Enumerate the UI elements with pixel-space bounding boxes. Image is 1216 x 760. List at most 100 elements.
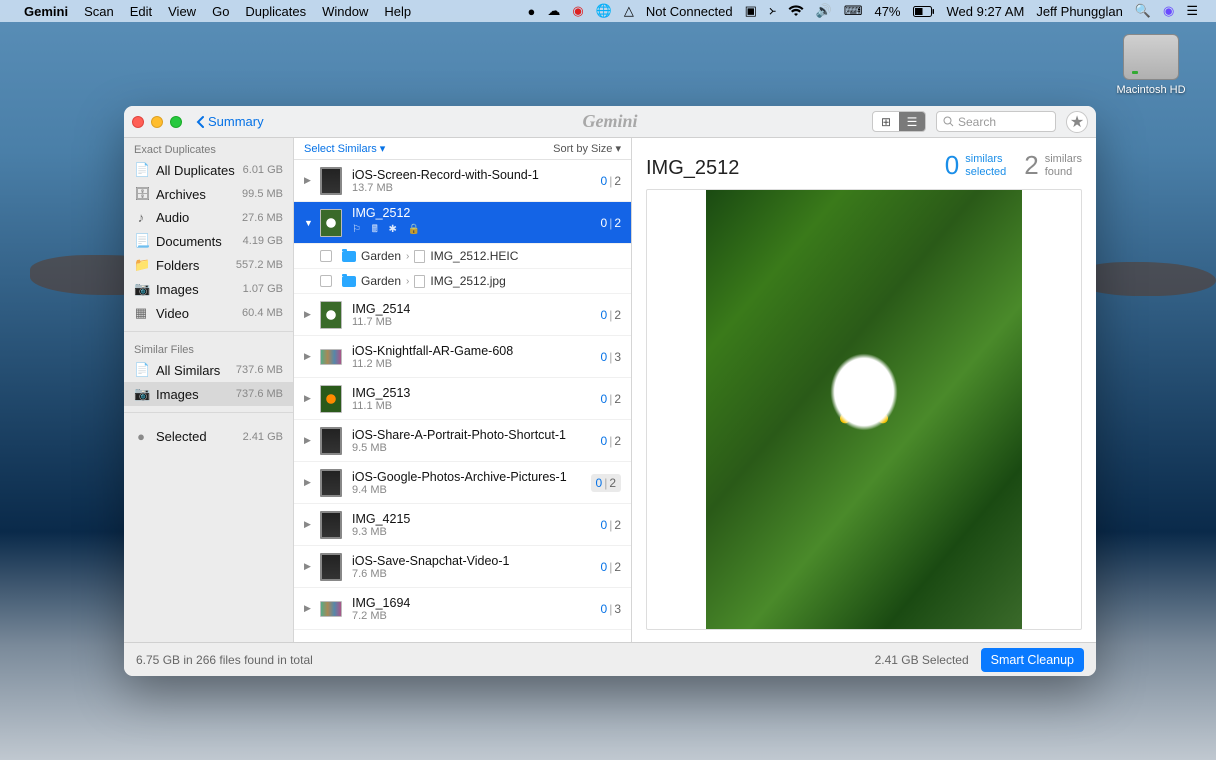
window-close-button[interactable] [132, 116, 144, 128]
nord-icon[interactable]: △ [624, 3, 634, 19]
checkbox[interactable] [320, 275, 332, 287]
menu-window[interactable]: Window [322, 4, 368, 19]
menu-view[interactable]: View [168, 4, 196, 19]
list-view-button[interactable]: ☰ [899, 112, 925, 131]
list-row-name: IMG_2512 [352, 206, 601, 220]
disclosure-triangle-icon[interactable]: ▶ [304, 561, 314, 572]
grid-view-button[interactable]: ⊞ [873, 112, 899, 131]
list-row[interactable]: ▶iOS-Knightfall-AR-Game-60811.2 MB0|3 [294, 336, 631, 378]
select-similars-menu[interactable]: Select Similars ▾ [304, 142, 385, 155]
user-label[interactable]: Jeff Phungglan [1036, 4, 1123, 19]
list-row-count: 0|2 [601, 560, 622, 574]
airplay-icon[interactable]: ▣ [745, 3, 757, 19]
menu-edit[interactable]: Edit [130, 4, 152, 19]
menu-help[interactable]: Help [384, 4, 411, 19]
folder-icon [342, 276, 356, 287]
volume-icon[interactable]: 🔊 [816, 3, 832, 19]
list-row-count: 0|2 [601, 518, 622, 532]
back-to-summary-link[interactable]: Summary [196, 114, 264, 129]
disclosure-triangle-icon[interactable]: ▶ [304, 519, 314, 530]
subrow-folder: Garden [361, 274, 401, 288]
sidebar-item-folders[interactable]: 📁Folders557.2 MB [124, 253, 293, 277]
sidebar-item-label: Images [156, 282, 243, 297]
sort-menu[interactable]: Sort by Size ▾ [553, 142, 621, 155]
bluetooth-icon[interactable]: ᚛ [769, 3, 776, 19]
sidebar-item-archives[interactable]: 🗄Archives99.5 MB [124, 182, 293, 206]
preview-frame[interactable] [646, 189, 1082, 630]
sidebar-selected-size: 2.41 GB [243, 431, 283, 443]
search-placeholder: Search [958, 115, 996, 129]
list-row-size: 13.7 MB [352, 182, 601, 194]
disclosure-triangle-icon[interactable]: ▼ [304, 218, 314, 228]
window-zoom-button[interactable] [170, 116, 182, 128]
list-row[interactable]: ▼IMG_2512⚐ 🖩 ✱ 🔒0|2 [294, 202, 631, 244]
list-subrow[interactable]: Garden›IMG_2512.jpg [294, 269, 631, 294]
smart-cleanup-button[interactable]: Smart Cleanup [981, 648, 1084, 672]
spotlight-icon[interactable]: 🔍 [1135, 3, 1151, 19]
disclosure-triangle-icon[interactable]: ▶ [304, 175, 314, 186]
sidebar-item-all-duplicates[interactable]: 📄All Duplicates6.01 GB [124, 158, 293, 182]
battery-icon[interactable] [913, 6, 935, 17]
clock-label[interactable]: Wed 9:27 AM [947, 4, 1025, 19]
not-connected-label[interactable]: Not Connected [646, 4, 733, 19]
sidebar-item-selected[interactable]: ● Selected 2.41 GB [124, 425, 293, 448]
menu-scan[interactable]: Scan [84, 4, 114, 19]
desktop-macintosh-hd[interactable]: Macintosh HD [1114, 34, 1188, 96]
list-row[interactable]: ▶iOS-Share-A-Portrait-Photo-Shortcut-19.… [294, 420, 631, 462]
list-row[interactable]: ▶IMG_16947.2 MB0|3 [294, 588, 631, 630]
sidebar-item-documents[interactable]: 📃Documents4.19 GB [124, 229, 293, 253]
menu-app-name[interactable]: Gemini [24, 4, 68, 19]
sidebar-icon: ▦ [134, 305, 148, 321]
battery-percent[interactable]: 47% [874, 4, 900, 19]
list-row-count: 0|2 [601, 434, 622, 448]
checkbox[interactable] [320, 250, 332, 262]
sidebar-icon: ♪ [134, 210, 148, 225]
search-icon [943, 116, 954, 127]
list-row[interactable]: ▶IMG_42159.3 MB0|2 [294, 504, 631, 546]
sidebar-item-video[interactable]: ▦Video60.4 MB [124, 301, 293, 325]
list-row-thumbnail [320, 427, 342, 455]
input-icon[interactable]: ⌨ [844, 3, 863, 19]
sidebar-item-images[interactable]: 📷Images737.6 MB [124, 382, 293, 406]
list-body[interactable]: ▶iOS-Screen-Record-with-Sound-113.7 MB0|… [294, 160, 631, 642]
menu-duplicates[interactable]: Duplicates [245, 4, 306, 19]
window-minimize-button[interactable] [151, 116, 163, 128]
favorites-button[interactable]: ★ [1066, 111, 1088, 133]
cloud-icon[interactable]: ☁ [547, 3, 560, 19]
disclosure-triangle-icon[interactable]: ▶ [304, 435, 314, 446]
list-row-thumbnail [320, 301, 342, 329]
list-row[interactable]: ▶IMG_251311.1 MB0|2 [294, 378, 631, 420]
sidebar-icon: 📷 [134, 281, 148, 297]
globe-icon[interactable]: 🌐 [596, 3, 612, 19]
menu-go[interactable]: Go [212, 4, 229, 19]
sidebar-item-size: 737.6 MB [236, 388, 283, 400]
disclosure-triangle-icon[interactable]: ▶ [304, 351, 314, 362]
list-row[interactable]: ▶iOS-Save-Snapchat-Video-17.6 MB0|2 [294, 546, 631, 588]
duplicate-list-panel: Select Similars ▾ Sort by Size ▾ ▶iOS-Sc… [294, 138, 632, 642]
sidebar-item-all-similars[interactable]: 📄All Similars737.6 MB [124, 358, 293, 382]
list-row-thumbnail [320, 349, 342, 365]
list-row[interactable]: ▶IMG_251411.7 MB0|2 [294, 294, 631, 336]
wifi-icon[interactable] [788, 5, 804, 17]
list-row-name: iOS-Knightfall-AR-Game-608 [352, 344, 601, 358]
sidebar: Exact Duplicates 📄All Duplicates6.01 GB🗄… [124, 138, 294, 642]
record-icon[interactable]: ◉ [572, 3, 583, 19]
list-row[interactable]: ▶iOS-Screen-Record-with-Sound-113.7 MB0|… [294, 160, 631, 202]
disclosure-triangle-icon[interactable]: ▶ [304, 309, 314, 320]
disclosure-triangle-icon[interactable]: ▶ [304, 603, 314, 614]
disclosure-triangle-icon[interactable]: ▶ [304, 393, 314, 404]
sidebar-item-audio[interactable]: ♪Audio27.6 MB [124, 206, 293, 229]
status-dot-icon[interactable]: ● [527, 4, 535, 19]
search-field[interactable]: Search [936, 111, 1056, 132]
disclosure-triangle-icon[interactable]: ▶ [304, 477, 314, 488]
app-title: Gemini [582, 111, 637, 132]
list-row[interactable]: ▶iOS-Google-Photos-Archive-Pictures-19.4… [294, 462, 631, 504]
sidebar-item-images[interactable]: 📷Images1.07 GB [124, 277, 293, 301]
sidebar-item-label: All Duplicates [156, 163, 243, 178]
list-row-count: 0|2 [601, 308, 622, 322]
list-subrow[interactable]: Garden›IMG_2512.HEIC [294, 244, 631, 269]
notification-center-icon[interactable]: ☰ [1186, 3, 1198, 19]
siri-icon[interactable]: ◉ [1163, 3, 1174, 19]
stat-found-num: 2 [1024, 150, 1038, 181]
list-row-count: 0|2 [601, 392, 622, 406]
